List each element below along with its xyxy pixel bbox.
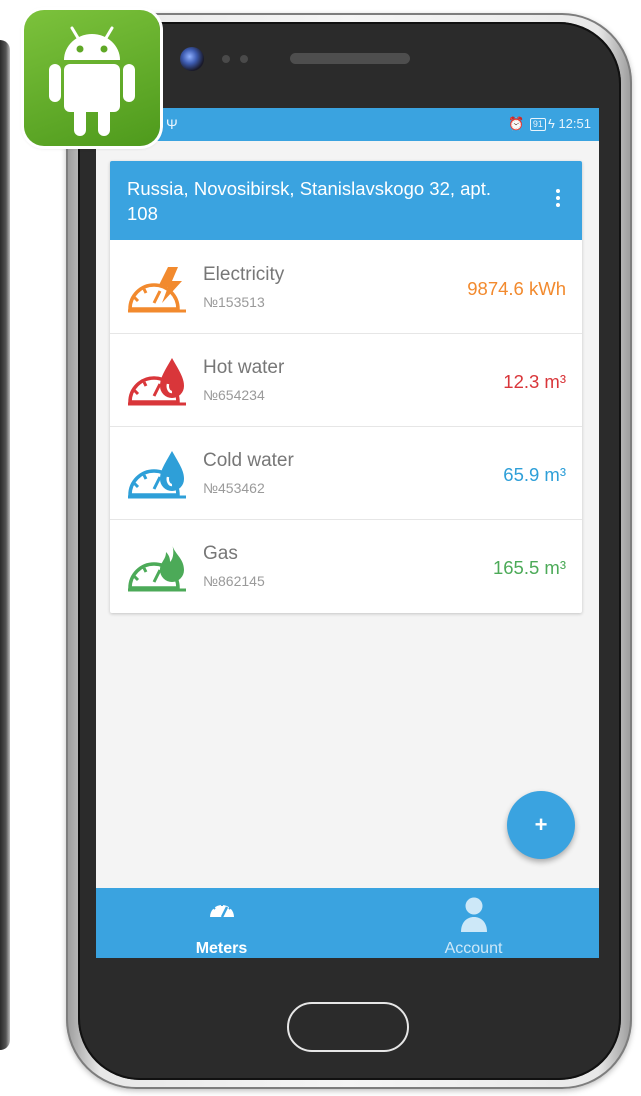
gas-meter-icon — [128, 544, 186, 592]
meter-number: №862145 — [203, 573, 265, 589]
usb-icon: Ψ — [166, 116, 178, 132]
meter-number: №153513 — [203, 294, 265, 310]
meter-name: Cold water — [203, 450, 294, 471]
user-icon — [460, 897, 487, 932]
meter-number: №654234 — [203, 387, 265, 403]
earpiece-speaker — [290, 53, 410, 64]
meter-name: Electricity — [203, 264, 285, 285]
cold-water-meter-icon — [128, 451, 186, 499]
android-robot-icon — [49, 26, 135, 136]
meter-value: 9874.6 kWh — [467, 278, 566, 299]
nav-meters-tab[interactable]: Meters — [96, 888, 347, 958]
address-title: Russia, Novosibirsk, Stanislavskogo 32, … — [127, 178, 492, 224]
charging-icon: ϟ — [547, 116, 555, 131]
meter-name: Hot water — [203, 357, 285, 378]
phone-screen: Ψ ⏰ 91 ϟ 12:51 Russia, Novosibirsk, Stani… — [96, 108, 599, 958]
meter-row[interactable]: Hot water №654234 12.3 m³ — [110, 333, 582, 427]
more-options-icon[interactable] — [548, 189, 568, 213]
meter-name: Gas — [203, 543, 238, 564]
status-bar: Ψ ⏰ 91 ϟ 12:51 — [96, 108, 599, 141]
sensor-dot — [240, 55, 248, 63]
sensor-dot — [222, 55, 230, 63]
status-time: 12:51 — [558, 116, 591, 131]
nav-account-tab[interactable]: Account — [348, 888, 599, 958]
speedometer-icon — [209, 903, 234, 918]
front-camera — [180, 47, 204, 71]
add-meter-button[interactable]: + — [507, 791, 575, 859]
meter-row[interactable]: Gas №862145 165.5 m³ — [110, 519, 582, 612]
home-button[interactable] — [287, 1002, 409, 1052]
bottom-navigation: Meters Account — [96, 888, 599, 958]
android-logo-badge — [24, 10, 160, 146]
meter-row[interactable]: Cold water №453462 65.9 m³ — [110, 426, 582, 520]
meter-number: №453462 — [203, 480, 265, 496]
hot-water-meter-icon — [128, 358, 186, 406]
adjacent-phone-edge — [0, 40, 10, 1050]
battery-icon: 91 — [529, 118, 546, 131]
meter-value: 12.3 m³ — [503, 371, 566, 392]
status-right: ⏰ 91 ϟ 12:51 — [508, 116, 591, 132]
meter-value: 65.9 m³ — [503, 464, 566, 485]
address-card: Russia, Novosibirsk, Stanislavskogo 32, … — [110, 161, 582, 613]
meter-row[interactable]: Electricity №153513 9874.6 kWh — [110, 240, 582, 334]
meter-value: 165.5 m³ — [492, 557, 566, 578]
card-header: Russia, Novosibirsk, Stanislavskogo 32, … — [110, 161, 582, 240]
alarm-icon: ⏰ — [508, 116, 525, 131]
nav-meters-label: Meters — [195, 940, 248, 957]
nav-account-label: Account — [444, 940, 503, 957]
electricity-meter-icon — [128, 267, 186, 313]
